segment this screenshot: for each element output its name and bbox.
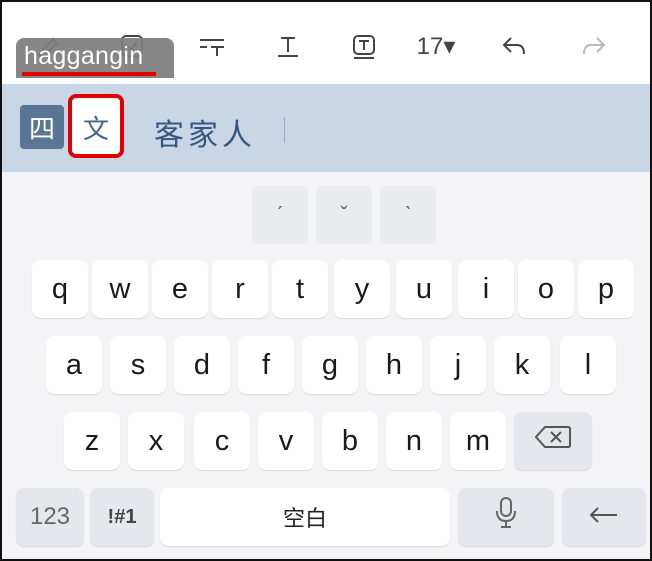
composing-underline <box>22 72 156 76</box>
key-f[interactable]: f <box>238 336 294 394</box>
key-o[interactable]: o <box>518 260 574 318</box>
key-label: x <box>148 424 164 457</box>
candidate-word[interactable]: 客家人 <box>154 110 256 154</box>
key-c[interactable]: c <box>194 412 250 470</box>
key-label: d <box>193 348 211 381</box>
candidate-divider <box>284 117 285 143</box>
key-y[interactable]: y <box>334 260 390 318</box>
key-label: w <box>109 272 131 305</box>
key-m[interactable]: m <box>450 412 506 470</box>
key-label: e <box>171 272 189 305</box>
key-b[interactable]: b <box>322 412 378 470</box>
key-label: c <box>214 424 230 457</box>
key-t[interactable]: t <box>272 260 328 318</box>
enter-key[interactable] <box>562 488 646 546</box>
key-label: f <box>261 348 271 381</box>
key-q[interactable]: q <box>32 260 88 318</box>
key-g[interactable]: g <box>302 336 358 394</box>
key-l[interactable]: l <box>560 336 616 394</box>
key-label: q <box>51 272 69 305</box>
key-w[interactable]: w <box>92 260 148 318</box>
tone-key-dipping[interactable]: ˇ <box>316 186 372 244</box>
text-style-icon[interactable] <box>268 28 308 64</box>
voice-input-key[interactable] <box>458 488 554 546</box>
key-j[interactable]: j <box>430 336 486 394</box>
font-size-label: 17▾ <box>416 32 456 60</box>
key-u[interactable]: u <box>396 260 452 318</box>
redo-icon[interactable] <box>574 28 614 64</box>
symbols-key-label: !#1 <box>107 505 137 528</box>
key-label: o <box>537 272 555 305</box>
key-label: s <box>130 348 146 381</box>
space-key-label: 空白 <box>282 507 327 532</box>
numbers-key[interactable]: 123 <box>16 488 84 546</box>
symbols-key[interactable]: !#1 <box>90 488 154 546</box>
undo-icon[interactable] <box>494 28 534 64</box>
key-label: a <box>65 348 83 381</box>
enter-icon <box>587 501 621 534</box>
composing-text: haggangin <box>24 42 144 70</box>
key-label: k <box>514 348 530 381</box>
key-label: t <box>295 272 305 305</box>
key-h[interactable]: h <box>366 336 422 394</box>
key-k[interactable]: k <box>494 336 550 394</box>
key-e[interactable]: e <box>152 260 208 318</box>
key-s[interactable]: s <box>110 336 166 394</box>
numbers-key-label: 123 <box>29 503 71 530</box>
text-box-icon[interactable] <box>344 28 384 64</box>
key-label: j <box>454 348 462 381</box>
key-r[interactable]: r <box>212 260 268 318</box>
key-a[interactable]: a <box>46 336 102 394</box>
text-format-icon[interactable] <box>192 28 232 64</box>
key-label: p <box>597 272 615 305</box>
keyboard-screen: 17▾ haggangin 四 文 客家人 ˊ ˇ ˋ q w e r t y … <box>0 0 652 561</box>
key-label: u <box>415 272 433 305</box>
backspace-key[interactable] <box>514 412 592 470</box>
key-v[interactable]: v <box>258 412 314 470</box>
tone-key-rising[interactable]: ˊ <box>252 186 308 244</box>
editor-toolbar: 17▾ haggangin <box>2 2 650 84</box>
key-label: v <box>278 424 294 457</box>
key-label: l <box>584 348 592 381</box>
space-key[interactable]: 空白 <box>160 488 450 546</box>
key-label: b <box>341 424 359 457</box>
key-z[interactable]: z <box>64 412 120 470</box>
key-p[interactable]: p <box>578 260 634 318</box>
key-label: y <box>354 272 370 305</box>
mode-si-key[interactable]: 四 <box>20 105 64 149</box>
backspace-icon <box>533 423 573 459</box>
key-n[interactable]: n <box>386 412 442 470</box>
microphone-icon <box>493 495 519 539</box>
key-label: h <box>385 348 403 381</box>
mode-wen-key[interactable]: 文 <box>74 105 118 149</box>
font-size-dropdown[interactable]: 17▾ <box>408 28 464 64</box>
key-label: m <box>465 424 491 457</box>
key-label: r <box>235 272 245 305</box>
key-x[interactable]: x <box>128 412 184 470</box>
key-label: g <box>321 348 339 381</box>
key-label: n <box>405 424 423 457</box>
candidate-bar: 四 文 客家人 <box>2 84 650 172</box>
key-label: z <box>84 424 100 457</box>
key-d[interactable]: d <box>174 336 230 394</box>
key-label: i <box>482 272 490 305</box>
tone-key-falling[interactable]: ˋ <box>380 186 436 244</box>
key-i[interactable]: i <box>458 260 514 318</box>
